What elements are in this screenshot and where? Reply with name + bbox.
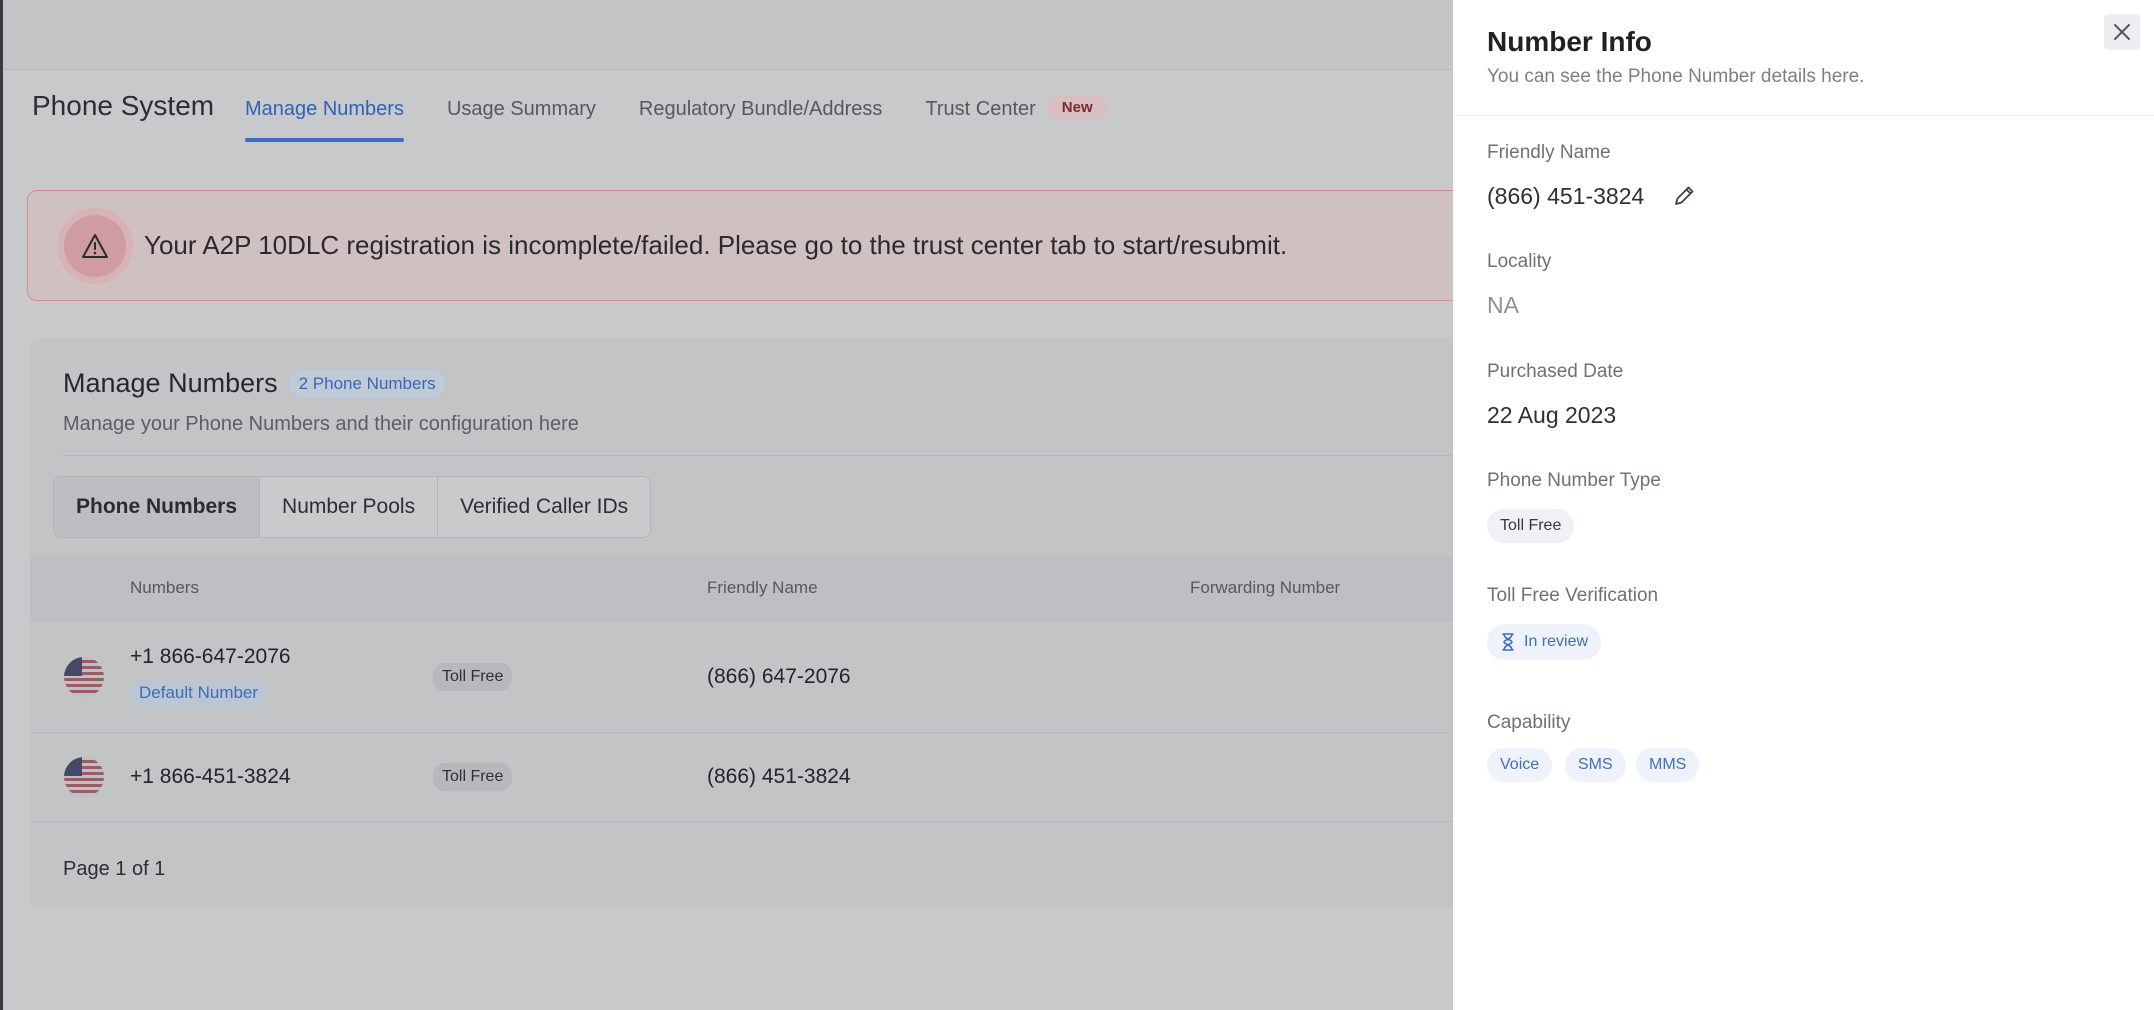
top-bar xyxy=(3,0,1453,70)
tab-trust-center[interactable]: Trust Center New xyxy=(925,95,1107,138)
friendly-name: (866) 647-2076 xyxy=(707,665,851,688)
verification-status-text: In review xyxy=(1524,633,1589,650)
divider xyxy=(63,455,1470,456)
purchased-date-value: 22 Aug 2023 xyxy=(1487,402,1617,428)
table-row[interactable]: +1 866-451-3824 Toll Free (866) 451-3824 xyxy=(30,732,1470,822)
warning-icon xyxy=(64,214,126,277)
friendly-name: (866) 451-3824 xyxy=(707,765,851,788)
column-header-forwarding-number: Forwarding Number xyxy=(1190,578,1341,597)
alert-message: Your A2P 10DLC registration is incomplet… xyxy=(144,230,1288,260)
default-number-badge: Default Number xyxy=(130,679,268,707)
pagination-info: Page 1 of 1 xyxy=(63,858,166,880)
locality-value: NA xyxy=(1487,292,1519,318)
hourglass-icon xyxy=(1502,633,1514,651)
capability-sms: SMS xyxy=(1565,748,1626,782)
card-subtitle: Manage your Phone Numbers and their conf… xyxy=(63,413,579,435)
nav-tabs: Manage Numbers Usage Summary Regulatory … xyxy=(245,95,1150,142)
toll-free-verification-label: Toll Free Verification xyxy=(1487,585,1659,606)
table-row[interactable]: +1 866-647-2076 Default Number Toll Free… xyxy=(30,620,1470,732)
friendly-name-value: (866) 451-3824 xyxy=(1487,183,1645,209)
us-flag-icon xyxy=(64,757,104,797)
new-badge: New xyxy=(1047,95,1107,120)
capability-voice: Voice xyxy=(1487,748,1553,782)
friendly-name-label: Friendly Name xyxy=(1487,142,1611,163)
tab-label: Usage Summary xyxy=(446,98,596,120)
segment-verified-caller-ids[interactable]: Verified Caller IDs xyxy=(438,477,650,537)
page-title: Phone System xyxy=(32,90,215,121)
tab-label: Manage Numbers xyxy=(245,98,404,120)
close-icon xyxy=(2114,24,2130,40)
type-badge: Toll Free xyxy=(433,763,513,791)
drawer-title: Number Info xyxy=(1487,26,1652,57)
table-header: Numbers Friendly Name Forwarding Number xyxy=(30,556,1470,620)
purchased-date-label: Purchased Date xyxy=(1487,361,1624,382)
phone-number: +1 866-647-2076 xyxy=(130,645,291,668)
tab-manage-numbers[interactable]: Manage Numbers xyxy=(245,98,404,142)
tab-label: Trust Center xyxy=(925,98,1036,120)
capability-label: Capability xyxy=(1487,712,1571,733)
registration-alert: Your A2P 10DLC registration is incomplet… xyxy=(27,190,1467,301)
tab-label: Regulatory Bundle/Address xyxy=(638,98,883,120)
count-badge: 2 Phone Numbers xyxy=(287,368,447,399)
capability-mms: MMS xyxy=(1636,748,1700,782)
close-button[interactable] xyxy=(2104,14,2140,50)
drawer-subtitle: You can see the Phone Number details her… xyxy=(1487,66,1865,87)
us-flag-icon xyxy=(64,657,104,697)
main-content: Phone System Manage Numbers Usage Summar… xyxy=(3,70,1470,1010)
phone-number-type-label: Phone Number Type xyxy=(1487,470,1661,491)
segment-phone-numbers[interactable]: Phone Numbers xyxy=(54,477,261,537)
segmented-control: Phone Numbers Number Pools Verified Call… xyxy=(53,476,652,538)
phone-number: +1 866-451-3824 xyxy=(130,765,291,788)
tab-usage-summary[interactable]: Usage Summary xyxy=(447,98,596,138)
card-title-text: Manage Numbers xyxy=(63,368,278,398)
segment-number-pools[interactable]: Number Pools xyxy=(260,477,439,537)
tab-regulatory-bundle[interactable]: Regulatory Bundle/Address xyxy=(639,98,882,138)
drawer-header: Number Info You can see the Phone Number… xyxy=(1453,0,2154,116)
column-header-numbers: Numbers xyxy=(130,578,199,597)
phone-number-type-badge: Toll Free xyxy=(1487,509,1575,543)
edit-pencil-icon[interactable] xyxy=(1671,183,1697,209)
type-badge: Toll Free xyxy=(433,663,513,691)
verification-status-badge: In review xyxy=(1487,624,1602,660)
card-title: Manage Numbers 2 Phone Numbers xyxy=(63,368,447,399)
number-info-drawer: Number Info You can see the Phone Number… xyxy=(1453,0,2154,1010)
column-header-friendly-name: Friendly Name xyxy=(707,578,818,597)
locality-label: Locality xyxy=(1487,251,1552,272)
manage-numbers-card: Manage Numbers 2 Phone Numbers Manage yo… xyxy=(30,338,1470,908)
